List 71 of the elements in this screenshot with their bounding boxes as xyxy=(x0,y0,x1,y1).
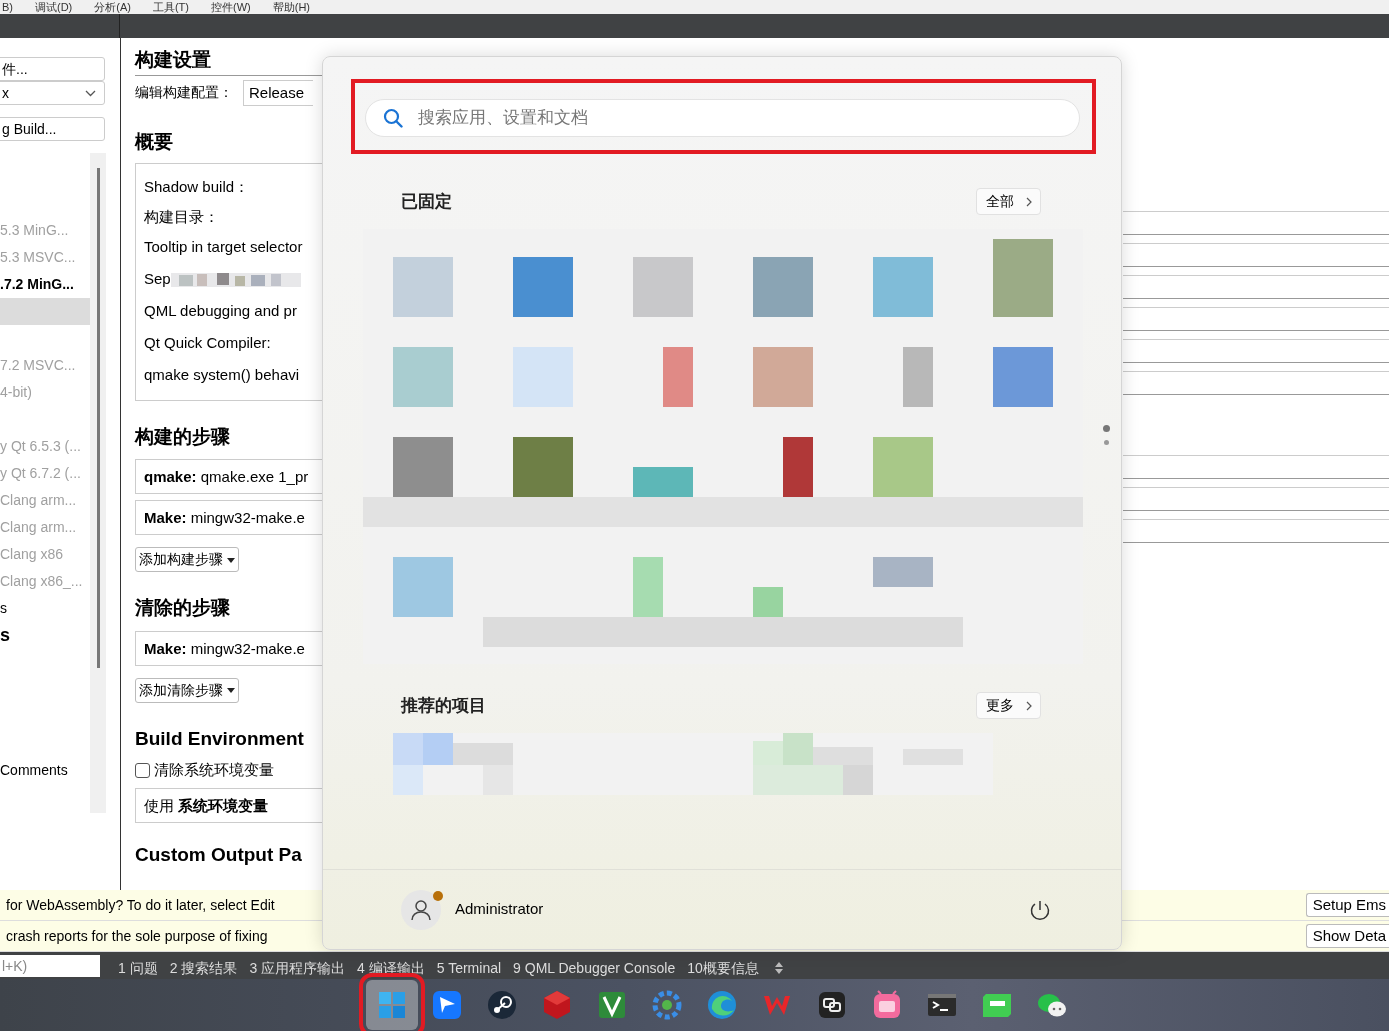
kit-item[interactable]: s xyxy=(0,595,90,622)
field-label: 构建目录： xyxy=(144,207,219,228)
build-button[interactable]: g Build... xyxy=(0,117,105,141)
chevron-icon xyxy=(85,89,96,97)
section-title: 已固定 xyxy=(401,190,452,213)
field-label: 编辑构建配置： xyxy=(135,83,233,103)
avatar[interactable] xyxy=(401,889,441,930)
output-tab[interactable]: 10概要信息 xyxy=(681,952,765,979)
action-button[interactable]: Show Deta xyxy=(1305,923,1389,949)
menu-item[interactable]: 调试(D) xyxy=(35,0,73,14)
updown-icon[interactable] xyxy=(774,961,783,974)
field-label: Shadow build： xyxy=(144,177,250,198)
input-field[interactable] xyxy=(1123,487,1389,511)
add-step-button[interactable]: 添加清除步骤 xyxy=(135,677,239,703)
field-label: QML debugging and pr xyxy=(144,301,297,322)
caret-icon xyxy=(226,688,235,694)
search-field[interactable]: l+K) xyxy=(0,954,100,977)
kit-item[interactable]: Comments xyxy=(0,757,90,784)
kit-item[interactable]: .7.2 MinG... xyxy=(0,271,90,298)
menu-item[interactable]: 控件(W) xyxy=(211,0,251,14)
section-title: 概要 xyxy=(135,130,174,154)
menu-item[interactable]: 分析(A) xyxy=(94,0,131,14)
chevron-icon xyxy=(1026,700,1032,711)
menu-item[interactable]: B) xyxy=(2,0,13,14)
output-tab[interactable]: 9 QML Debugger Console xyxy=(507,952,682,979)
page-dot[interactable] xyxy=(1103,425,1110,432)
notification-text: crash reports for the sole purpose of fixing xyxy=(6,926,268,946)
field-label: Tooltip in target selector xyxy=(144,237,303,258)
more-button[interactable]: 全部 xyxy=(976,188,1041,215)
output-tab[interactable]: 1 问题 xyxy=(112,952,164,979)
chevron-icon xyxy=(1026,196,1032,207)
input-field[interactable] xyxy=(1123,519,1389,543)
input-field[interactable] xyxy=(1123,371,1389,395)
checkbox-label: 清除系统环境变量 xyxy=(154,760,274,780)
user-name[interactable]: Administrator xyxy=(455,898,544,921)
scrollbar-thumb[interactable] xyxy=(96,168,100,668)
section-title: Custom Output Pa xyxy=(135,842,303,867)
input-field[interactable] xyxy=(1123,211,1389,235)
section-label: s xyxy=(0,624,11,647)
output-tab[interactable]: 3 应用程序输出 xyxy=(243,952,352,979)
section-title: 构建的步骤 xyxy=(135,424,231,449)
power-icon[interactable] xyxy=(1029,898,1051,921)
input-field[interactable] xyxy=(1123,275,1389,299)
search-field[interactable]: 搜索应用、设置和文档 xyxy=(365,99,1080,137)
windows-icon xyxy=(376,989,408,1021)
menu-item[interactable]: 帮助(H) xyxy=(272,0,310,14)
notification-text: for WebAssembly? To do it later, select Edit xyxy=(6,895,275,915)
kit-select[interactable]: x xyxy=(0,81,105,105)
add-step-button[interactable]: 添加构建步骤 xyxy=(135,547,239,572)
file-button[interactable]: 件... xyxy=(0,57,105,81)
input-field[interactable] xyxy=(1123,243,1389,267)
person-icon xyxy=(411,898,431,921)
field-label: Qt Quick Compiler: xyxy=(144,333,271,354)
more-button[interactable]: 更多 xyxy=(976,692,1041,719)
caret-icon xyxy=(226,557,235,563)
config-select[interactable]: Release xyxy=(243,79,313,106)
field-label: qmake system() behavi xyxy=(144,365,300,386)
section-title: 推荐的项目 xyxy=(401,694,486,717)
section-title: 清除的步骤 xyxy=(135,596,231,620)
input-field[interactable] xyxy=(1123,455,1389,479)
checkbox[interactable] xyxy=(135,762,150,778)
input-field[interactable] xyxy=(1123,307,1389,331)
action-button[interactable]: Setup Ems xyxy=(1305,892,1389,918)
section-title: 构建设置 xyxy=(135,48,212,72)
field-label: Sep xyxy=(144,269,171,290)
menu-item[interactable]: 工具(T) xyxy=(152,0,189,14)
section-title: Build Environment xyxy=(135,726,305,751)
output-tab[interactable]: 5 Terminal xyxy=(430,952,508,979)
input-field[interactable] xyxy=(1123,339,1389,363)
page-dot[interactable] xyxy=(1104,440,1109,445)
output-tab[interactable]: 2 搜索结果 xyxy=(163,952,244,979)
